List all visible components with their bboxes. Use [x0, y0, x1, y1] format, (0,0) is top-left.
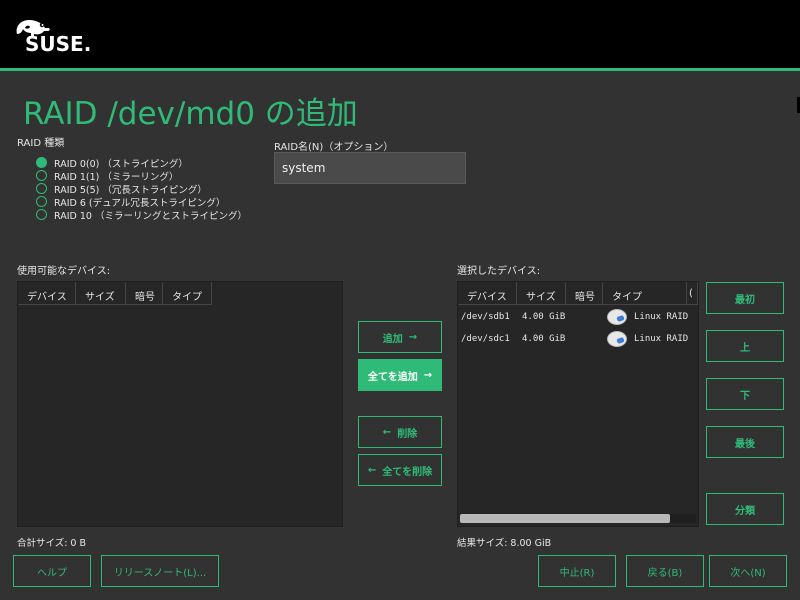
radio-label: RAID 6 (デュアル冗長ストライピング） — [54, 197, 226, 209]
arrow-right-icon: → — [408, 331, 418, 343]
column-header-size[interactable]: サイズ — [517, 282, 566, 305]
available-devices-label: 使用可能なデバイス: — [17, 266, 111, 277]
selected-devices-table[interactable]: デバイス サイズ 暗号 タイプ ( /dev/sdb1 4.00 GiB Lin… — [457, 281, 699, 527]
selected-devices-label: 選択したデバイス: — [457, 266, 541, 277]
cell-type: Linux RAID — [634, 312, 689, 322]
column-header-type[interactable]: タイプ — [603, 282, 687, 305]
arrow-left-icon: ← — [367, 464, 377, 476]
raid-name-input[interactable]: system — [274, 152, 466, 184]
radio-raid0[interactable]: RAID 0(0) （ストライピング） — [36, 156, 188, 170]
available-devices-table[interactable]: デバイス サイズ 暗号 タイプ — [17, 281, 343, 527]
radio-label: RAID 10 （ミラーリングとストライピング） — [54, 210, 247, 222]
table-header: デバイス サイズ 暗号 タイプ — [18, 282, 212, 305]
remove-all-button[interactable]: ← 全てを削除 — [358, 454, 442, 486]
brand-wordmark: SUSE. — [25, 32, 92, 56]
remove-label: 削除 — [397, 428, 418, 440]
back-button[interactable]: 戻る(B) — [626, 555, 704, 587]
cell-size: 4.00 GiB — [522, 312, 566, 322]
selected-total-size: 結果サイズ: 8.00 GiB — [457, 538, 552, 549]
radio-button[interactable] — [36, 183, 47, 194]
page-title: RAID /dev/md0 の追加 — [23, 96, 358, 132]
move-up-button[interactable]: 上 — [706, 330, 784, 362]
radio-button[interactable] — [36, 196, 47, 207]
radio-label: RAID 0(0) （ストライピング） — [54, 158, 188, 170]
abort-button[interactable]: 中止(R) — [538, 555, 616, 587]
table-row[interactable]: /dev/sdc1 4.00 GiB Linux RAID — [461, 329, 688, 349]
disk-icon — [607, 309, 627, 325]
add-all-label: 全てを追加 — [367, 371, 418, 383]
add-button[interactable]: 追加 → — [358, 321, 442, 353]
cell-size: 4.00 GiB — [522, 334, 566, 344]
radio-button-selected[interactable] — [36, 157, 47, 168]
cell-type: Linux RAID — [634, 334, 689, 344]
radio-button[interactable] — [36, 209, 47, 220]
banner-accent-line — [0, 68, 800, 71]
raid-name-label: RAID名(N)（オプション） — [274, 142, 394, 153]
radio-raid1[interactable]: RAID 1(1) （ミラーリング） — [36, 169, 179, 183]
move-bottom-button[interactable]: 最後 — [706, 426, 784, 458]
column-header-type[interactable]: タイプ — [163, 282, 212, 305]
move-down-button[interactable]: 下 — [706, 378, 784, 410]
radio-label: RAID 1(1) （ミラーリング） — [54, 171, 179, 183]
horizontal-scrollbar[interactable] — [460, 514, 696, 523]
column-header-size[interactable]: サイズ — [76, 282, 126, 305]
move-top-button[interactable]: 最初 — [706, 282, 784, 314]
column-header-encrypted[interactable]: 暗号 — [566, 282, 603, 305]
remove-all-label: 全てを削除 — [382, 466, 433, 478]
radio-button[interactable] — [36, 170, 47, 181]
raid-type-label: RAID 種類 — [17, 138, 65, 149]
next-button[interactable]: 次へ(N) — [709, 555, 787, 587]
classify-button[interactable]: 分類 — [706, 493, 784, 525]
remove-button[interactable]: ← 削除 — [358, 416, 442, 448]
add-all-button[interactable]: 全てを追加 → — [358, 359, 442, 391]
top-banner: SUSE. — [0, 0, 800, 71]
add-label: 追加 — [382, 333, 403, 345]
table-header: デバイス サイズ 暗号 タイプ ( — [458, 282, 698, 305]
arrow-right-icon: → — [423, 369, 433, 381]
column-header-device[interactable]: デバイス — [458, 282, 517, 305]
scrollbar-thumb[interactable] — [460, 514, 671, 523]
disk-icon — [607, 331, 627, 347]
radio-label: RAID 5(5) （冗長ストライピング） — [54, 184, 207, 196]
help-button[interactable]: ヘルプ — [13, 555, 91, 587]
cell-device: /dev/sdc1 — [461, 334, 510, 344]
radio-raid6[interactable]: RAID 6 (デュアル冗長ストライピング） — [36, 195, 226, 209]
release-notes-button[interactable]: リリースノート(L)... — [101, 555, 219, 587]
table-row[interactable]: /dev/sdb1 4.00 GiB Linux RAID — [461, 307, 688, 327]
suse-logo: SUSE. — [13, 16, 93, 56]
radio-raid10[interactable]: RAID 10 （ミラーリングとストライピング） — [36, 208, 247, 222]
column-header-encrypted[interactable]: 暗号 — [126, 282, 163, 305]
radio-raid5[interactable]: RAID 5(5) （冗長ストライピング） — [36, 182, 207, 196]
column-header-device[interactable]: デバイス — [18, 282, 76, 305]
arrow-left-icon: ← — [382, 426, 392, 438]
column-header-more[interactable]: ( — [687, 282, 698, 305]
cell-device: /dev/sdb1 — [461, 312, 510, 322]
available-total-size: 合計サイズ: 0 B — [17, 538, 87, 549]
